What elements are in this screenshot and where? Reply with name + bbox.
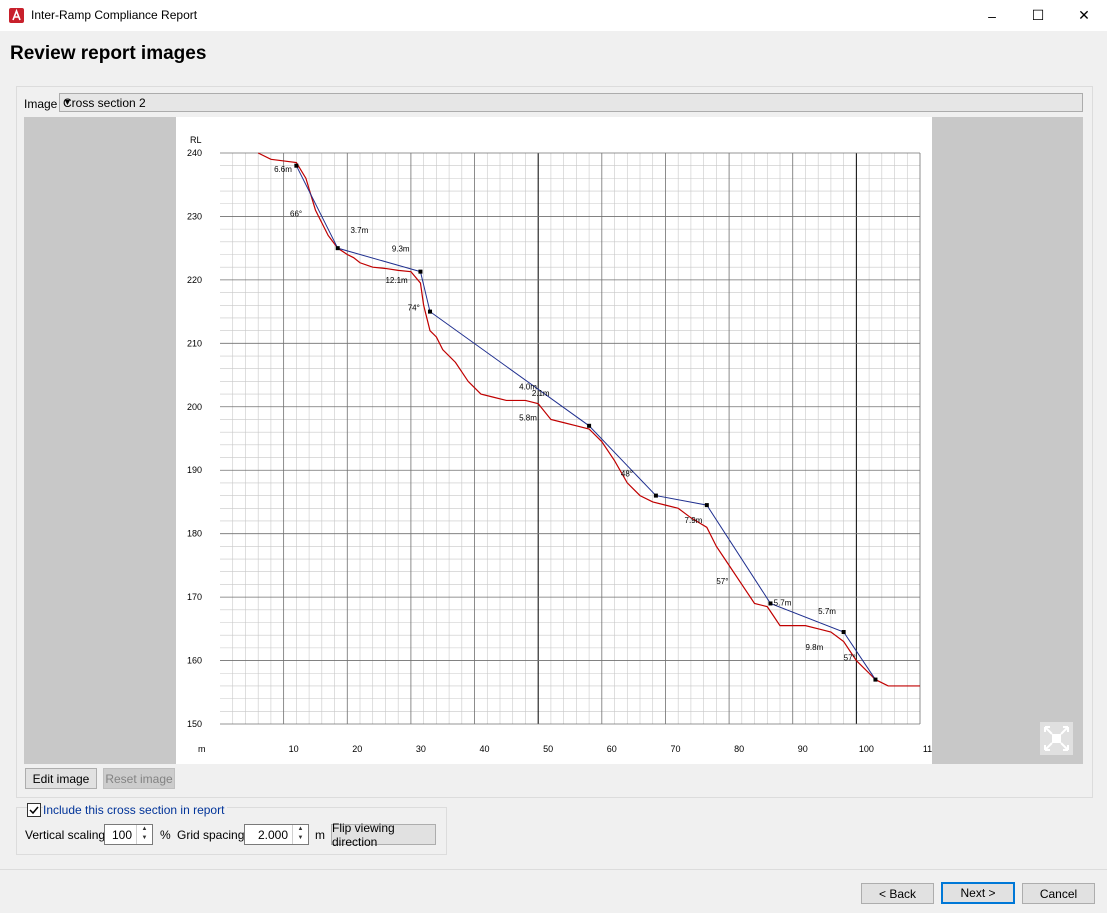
page-title: Review report images	[10, 43, 207, 64]
grid-unit: m	[315, 828, 325, 842]
y-tick-label: 230	[187, 211, 202, 221]
x-tick-label: 110	[923, 744, 932, 754]
y-tick-label: 160	[187, 656, 202, 666]
grid-spacing-label: Grid spacing	[177, 828, 245, 842]
dimension-label: 2.1m	[532, 389, 550, 398]
y-tick-label: 170	[187, 592, 202, 602]
stepper-arrows-icon[interactable]: ▲ ▼	[292, 825, 308, 844]
dimension-label: 5.8m	[519, 414, 537, 423]
expand-view-icon[interactable]	[1040, 722, 1073, 755]
image-select[interactable]: Cross section 2 ▼	[59, 93, 1083, 112]
dimension-label: 57°	[716, 577, 728, 586]
design-vertex	[653, 493, 658, 498]
design-vertex	[335, 246, 340, 251]
design-vertex	[587, 423, 592, 428]
vertical-scaling-value: 100	[111, 828, 132, 842]
cancel-button[interactable]: Cancel	[1022, 883, 1095, 904]
chevron-down-icon: ▼	[63, 97, 72, 107]
dimension-label: 9.8m	[805, 643, 823, 652]
design-vertex	[841, 630, 846, 635]
window-title: Inter-Ramp Compliance Report	[31, 8, 198, 22]
x-tick-label: 60	[607, 744, 617, 754]
y-tick-label: 210	[187, 338, 202, 348]
include-checkbox[interactable]	[27, 803, 41, 817]
x-tick-label: 30	[416, 744, 426, 754]
flip-direction-button[interactable]: Flip viewing direction	[331, 821, 436, 849]
dimension-label: 6.6m	[274, 165, 292, 174]
grid-spacing-value: 2.000	[257, 828, 288, 842]
maximize-button[interactable]: ☐	[1015, 0, 1061, 31]
design-vertex	[294, 163, 299, 168]
percent-unit: %	[160, 828, 171, 842]
back-button[interactable]: < Back	[861, 883, 934, 904]
title-bar: Inter-Ramp Compliance Report – ☐ ✕	[0, 0, 1107, 31]
design-vertex	[704, 503, 709, 508]
design-vertex	[768, 601, 773, 606]
dimension-label: 48°	[621, 470, 633, 479]
reset-image-button[interactable]: Reset image	[103, 768, 175, 789]
x-tick-label: 20	[352, 744, 362, 754]
vertical-scaling-stepper[interactable]: 100 ▲ ▼	[104, 824, 153, 845]
app-icon	[9, 8, 24, 23]
vertical-scaling-label: Vertical scaling	[25, 828, 106, 842]
dimension-label: 57°	[844, 654, 856, 663]
dimension-label: 7.9m	[685, 516, 703, 525]
edit-image-button[interactable]: Edit image	[25, 768, 97, 789]
cross-section-chart: 10 20 30 40 50 60 70 80 90 100 110 240 230 220 210 200 1…	[176, 117, 937, 764]
y-tick-label: 190	[187, 465, 202, 475]
close-button[interactable]: ✕	[1061, 0, 1107, 31]
dimension-label: 5.7m	[818, 607, 836, 616]
x-axis-label: m	[198, 744, 206, 754]
y-tick-label: 220	[187, 275, 202, 285]
design-vertex	[418, 269, 423, 274]
x-tick-label: 100	[859, 744, 874, 754]
y-tick-label: 180	[187, 529, 202, 539]
footer-divider	[0, 869, 1107, 870]
dimension-label: 3.7m	[350, 226, 368, 235]
stepper-arrows-icon[interactable]: ▲ ▼	[136, 825, 152, 844]
x-tick-label: 40	[480, 744, 490, 754]
y-tick-label: 200	[187, 402, 202, 412]
image-label: Image	[24, 97, 58, 111]
dimension-label: 12.1m	[385, 276, 408, 285]
dimension-label: 5.7m	[774, 598, 792, 607]
x-tick-label: 10	[289, 744, 299, 754]
design-vertex	[873, 677, 878, 682]
checkmark-icon	[29, 806, 39, 815]
dimension-label: 66°	[290, 209, 302, 218]
dimension-label: 9.3m	[392, 244, 410, 253]
y-tick-label: 240	[187, 148, 202, 158]
y-axis-label: RL	[190, 135, 202, 145]
grid-spacing-stepper[interactable]: 2.000 ▲ ▼	[244, 824, 309, 845]
x-tick-label: 50	[543, 744, 553, 754]
x-tick-label: 70	[670, 744, 680, 754]
minimize-button[interactable]: –	[969, 0, 1015, 31]
x-tick-label: 90	[798, 744, 808, 754]
next-button[interactable]: Next >	[941, 882, 1015, 904]
y-tick-label: 150	[187, 719, 202, 729]
dimension-label: 74°	[408, 303, 420, 312]
design-vertex	[428, 309, 432, 314]
chart-svg: 10 20 30 40 50 60 70 80 90 100 110 240 230 220 210 200 1…	[187, 135, 937, 754]
x-tick-label: 80	[734, 744, 744, 754]
include-label[interactable]: Include this cross section in report	[43, 803, 228, 817]
